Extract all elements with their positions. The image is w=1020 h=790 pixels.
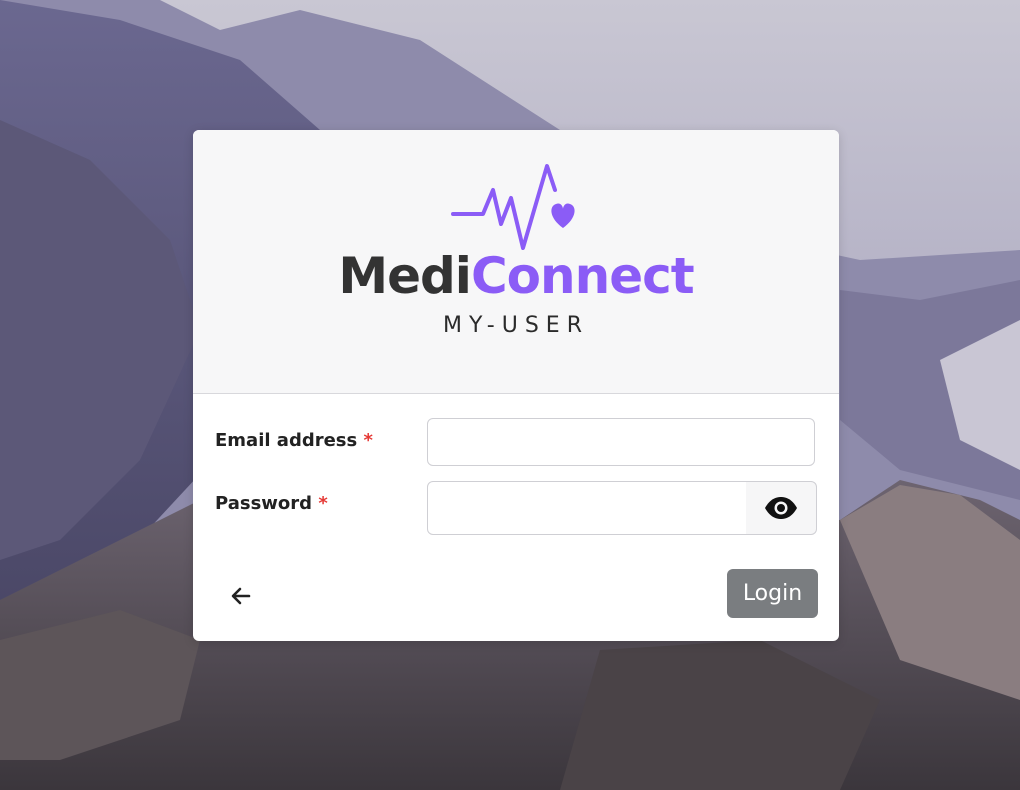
email-label: Email address *: [215, 430, 373, 451]
password-label: Password *: [215, 493, 328, 514]
brand-logo-text: MediConnect: [193, 246, 839, 306]
heartbeat-heart-icon: [451, 164, 575, 250]
email-input[interactable]: [427, 418, 815, 466]
brand-subtitle: MY-USER: [442, 313, 589, 338]
login-card: MediConnect MY-USER Email address * Pass…: [193, 130, 839, 641]
card-header: MediConnect MY-USER: [193, 130, 839, 394]
required-marker: *: [363, 430, 373, 451]
required-marker: *: [318, 493, 328, 514]
password-label-text: Password: [215, 493, 313, 514]
back-button[interactable]: [227, 582, 255, 610]
arrow-left-icon: [231, 587, 251, 605]
login-button[interactable]: Login: [727, 569, 818, 618]
brand-name-medi: Medi: [338, 247, 472, 305]
email-label-text: Email address: [215, 430, 358, 451]
email-row: Email address *: [215, 418, 817, 472]
password-input[interactable]: [427, 481, 747, 535]
brand-name-connect: Connect: [470, 247, 695, 305]
password-row: Password *: [215, 481, 817, 535]
eye-icon: [765, 497, 797, 519]
toggle-password-visibility-button[interactable]: [746, 481, 817, 535]
